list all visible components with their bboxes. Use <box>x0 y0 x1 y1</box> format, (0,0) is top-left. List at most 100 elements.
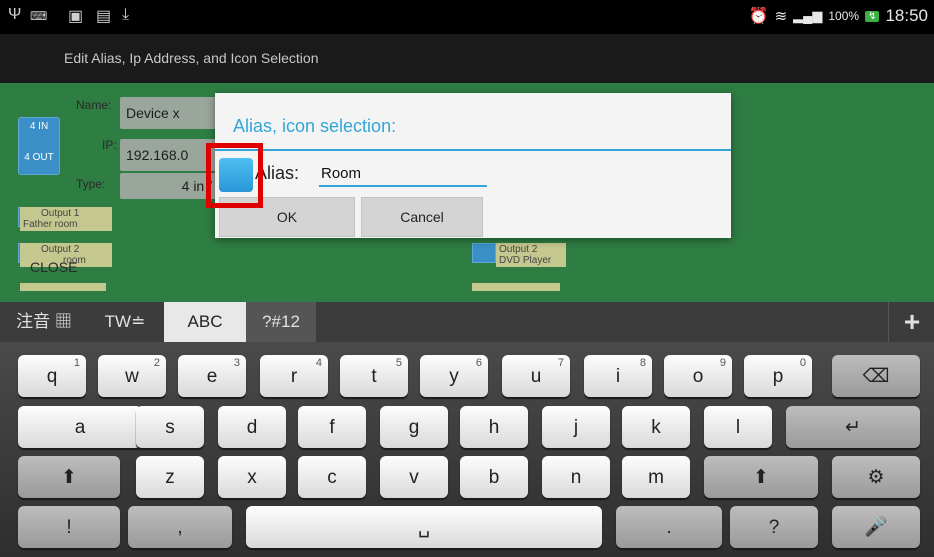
key-question[interactable]: ? <box>730 506 818 548</box>
key-number: 6 <box>475 357 482 369</box>
key-comma[interactable]: , <box>128 506 232 548</box>
key-label: , <box>177 517 183 538</box>
key-number: 1 <box>73 357 80 369</box>
space-icon: ␣ <box>417 517 431 538</box>
title-bar: Edit Alias, Ip Address, and Icon Selecti… <box>0 34 934 83</box>
key-o[interactable]: o9 <box>664 355 732 397</box>
icon-selector[interactable] <box>206 143 263 208</box>
mode-symbols-label: ?#12 <box>262 312 300 331</box>
key-t[interactable]: t5 <box>340 355 408 397</box>
alarm-icon: ⏰ <box>748 8 769 25</box>
backspace-key[interactable]: ⌫ <box>832 355 920 397</box>
enter-key[interactable]: ↵ <box>786 406 920 448</box>
key-label: o <box>692 366 704 387</box>
key-label: s <box>165 417 175 438</box>
device-icon-bottom-label: 4 OUT <box>24 152 54 163</box>
key-e[interactable]: e3 <box>178 355 246 397</box>
keyboard-icon: ⌨ <box>30 9 48 23</box>
right-output-alias: DVD Player <box>499 255 552 266</box>
key-u[interactable]: u7 <box>502 355 570 397</box>
shift-arrow-icon: ⬆ <box>61 467 77 488</box>
right-output-icon[interactable] <box>472 243 496 263</box>
key-z[interactable]: z <box>136 456 204 498</box>
keyboard-icon: ▦ <box>54 312 72 331</box>
key-a[interactable]: a <box>18 406 142 448</box>
type-field[interactable]: 4 in / <box>120 173 216 199</box>
key-label: u <box>530 366 542 387</box>
battery-charging-icon: ↯ <box>865 10 880 22</box>
keyboard: q1 w2 e3 r4 t5 y6 u7 i8 o9 p0 ⌫ a s d f … <box>0 342 934 557</box>
space-key[interactable]: ␣ <box>246 506 602 548</box>
right-output-chip[interactable]: Output 2 DVD Player <box>496 243 566 267</box>
key-m[interactable]: m <box>622 456 690 498</box>
key-number: 7 <box>557 357 564 369</box>
key-label: a <box>74 417 86 438</box>
mode-zhuyin-label: 注音 <box>16 312 51 331</box>
mode-tw-label: TW <box>104 312 132 331</box>
key-label: j <box>573 417 579 438</box>
mode-abc[interactable]: ABC <box>164 302 246 342</box>
pen-icon: ≐ <box>131 312 146 331</box>
download-icon: ⤓ <box>122 6 130 23</box>
shift-key-right[interactable]: ⬆ <box>704 456 818 498</box>
output-3-left-chip[interactable] <box>20 283 106 291</box>
key-label: d <box>246 417 258 438</box>
key-number: 8 <box>639 357 646 369</box>
alias-input[interactable] <box>319 161 487 187</box>
mode-symbols[interactable]: ?#12 <box>246 302 316 342</box>
key-y[interactable]: y6 <box>420 355 488 397</box>
device-icon[interactable]: 4 IN 4 OUT <box>18 117 60 175</box>
device-icon-select <box>219 158 253 192</box>
shift-key[interactable]: ⬆ <box>18 456 120 498</box>
key-number: 2 <box>153 357 160 369</box>
key-label: i <box>615 366 621 387</box>
output-2-label: Output 2 <box>41 244 80 255</box>
keyboard-mode-bar: 注音 ▦ TW≐ ABC ?#12 + <box>0 302 934 342</box>
name-field[interactable]: Device x <box>120 97 222 129</box>
key-g[interactable]: g <box>380 406 448 448</box>
ip-label: IP: <box>102 138 117 152</box>
plus-button[interactable]: + <box>888 302 934 342</box>
key-label: ! <box>66 517 72 538</box>
key-label: p <box>772 366 784 387</box>
mode-tw[interactable]: TW≐ <box>88 302 162 342</box>
key-i[interactable]: i8 <box>584 355 652 397</box>
key-h[interactable]: h <box>460 406 528 448</box>
close-button[interactable]: CLOSE <box>30 259 77 275</box>
key-n[interactable]: n <box>542 456 610 498</box>
key-label: c <box>327 467 337 488</box>
key-label: x <box>247 467 257 488</box>
key-w[interactable]: w2 <box>98 355 166 397</box>
key-number: 5 <box>395 357 402 369</box>
key-d[interactable]: d <box>218 406 286 448</box>
key-label: m <box>648 467 664 488</box>
key-l[interactable]: l <box>704 406 772 448</box>
output-3-chip[interactable] <box>472 283 560 291</box>
key-r[interactable]: r4 <box>260 355 328 397</box>
key-label: r <box>290 366 298 387</box>
key-b[interactable]: b <box>460 456 528 498</box>
key-exclamation[interactable]: ! <box>18 506 120 548</box>
key-q[interactable]: q1 <box>18 355 86 397</box>
key-label: g <box>408 417 420 438</box>
key-label: e <box>206 366 218 387</box>
output-1-alias: Father room <box>23 219 78 230</box>
key-j[interactable]: j <box>542 406 610 448</box>
key-k[interactable]: k <box>622 406 690 448</box>
key-number: 3 <box>233 357 240 369</box>
key-x[interactable]: x <box>218 456 286 498</box>
key-p[interactable]: p0 <box>744 355 812 397</box>
key-c[interactable]: c <box>298 456 366 498</box>
settings-key[interactable]: ⚙ <box>832 456 920 498</box>
cancel-button[interactable]: Cancel <box>361 197 483 237</box>
mode-zhuyin[interactable]: 注音 ▦ <box>0 302 88 342</box>
key-label: n <box>570 467 582 488</box>
key-period[interactable]: . <box>616 506 722 548</box>
key-v[interactable]: v <box>380 456 448 498</box>
key-label: q <box>46 366 58 387</box>
name-label: Name: <box>76 98 112 112</box>
voice-input-key[interactable]: 🎤 <box>832 506 920 548</box>
output-1-chip[interactable]: Output 1 Father room <box>20 207 112 231</box>
key-f[interactable]: f <box>298 406 366 448</box>
key-s[interactable]: s <box>136 406 204 448</box>
